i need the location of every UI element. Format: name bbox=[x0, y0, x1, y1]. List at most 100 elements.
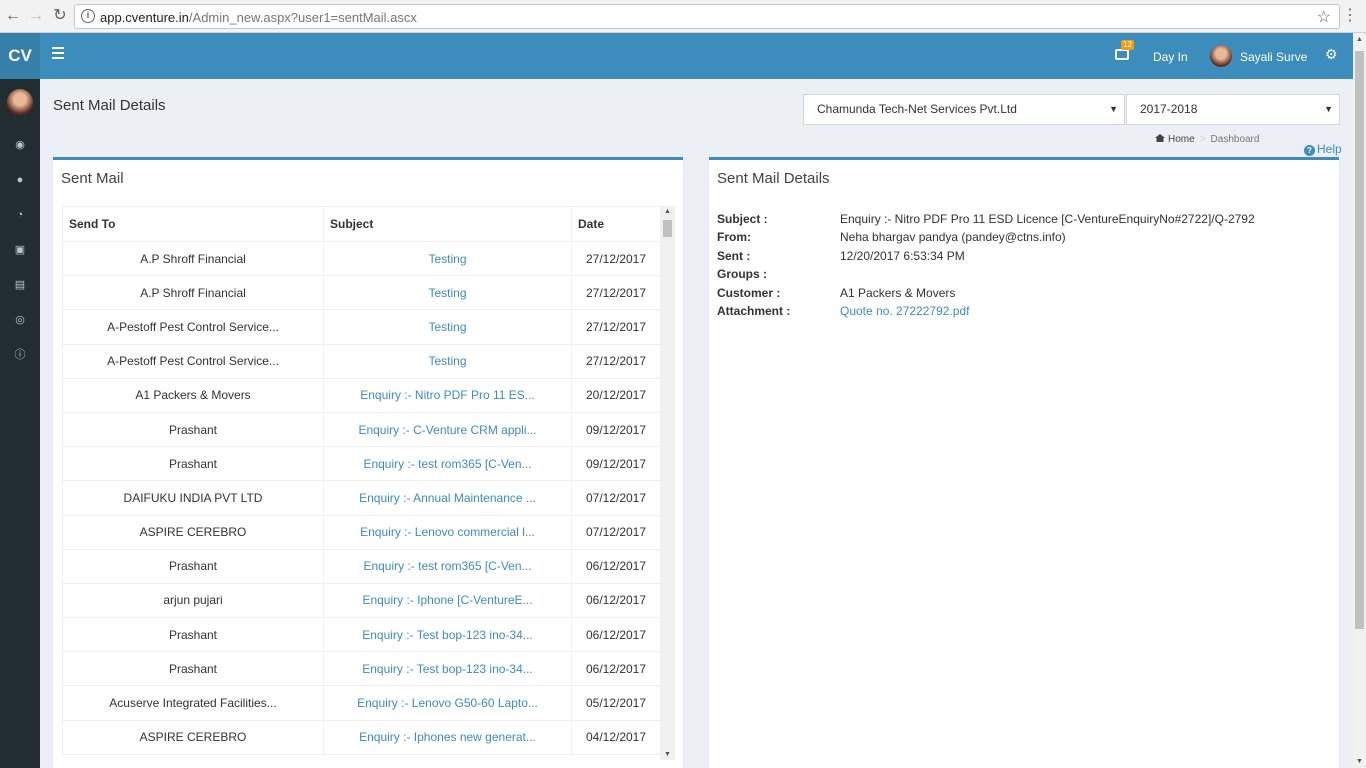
detail-sent-label: Sent : bbox=[717, 249, 751, 263]
address-bar[interactable]: i app.cventure.in/Admin_new.aspx?user1=s… bbox=[74, 4, 1340, 29]
table-row[interactable]: A.P Shroff Financial Testing 27/12/2017 bbox=[62, 275, 660, 311]
table-row[interactable]: DAIFUKU INDIA PVT LTD Enquiry :- Annual M… bbox=[62, 480, 660, 516]
table-row[interactable]: ASPIRE CEREBRO Enquiry :- Lenovo commerci… bbox=[62, 514, 660, 550]
detail-from-label: From: bbox=[717, 230, 751, 244]
info-icon[interactable]: i bbox=[81, 9, 95, 23]
page-scrollbar-thumb[interactable] bbox=[1355, 51, 1364, 629]
user-avatar[interactable] bbox=[1210, 45, 1232, 67]
subject-link[interactable]: Enquiry :- Test bop-123 ino-34... bbox=[323, 617, 572, 653]
subject-link[interactable]: Enquiry :- Lenovo commercial l... bbox=[323, 514, 572, 550]
column-header-subject[interactable]: Subject bbox=[323, 206, 572, 242]
table-row[interactable]: arjun pujari Enquiry :- Iphone [C-Venture… bbox=[62, 582, 660, 619]
company-select-value: Chamunda Tech-Net Services Pvt.Ltd bbox=[817, 102, 1017, 116]
scroll-down-arrow-icon[interactable]: ▼ bbox=[664, 751, 671, 758]
year-select[interactable]: 2017-2018 ▼ bbox=[1126, 94, 1340, 125]
table-row[interactable]: Prashant Enquiry :- test rom365 [C-Ven...… bbox=[62, 446, 660, 482]
day-in-button[interactable]: Day In bbox=[1153, 50, 1188, 64]
home-icon bbox=[1155, 134, 1165, 142]
send-to-cell: A-Pestoff Pest Control Service... bbox=[62, 309, 324, 345]
company-select[interactable]: Chamunda Tech-Net Services Pvt.Ltd ▼ bbox=[803, 94, 1125, 125]
subject-link[interactable]: Enquiry :- Test bop-123 ino-34... bbox=[323, 651, 572, 687]
attachment-link[interactable]: Quote no. 27222792.pdf bbox=[840, 304, 969, 318]
scroll-up-arrow-icon[interactable]: ▲ bbox=[664, 208, 671, 215]
table-row[interactable]: A1 Packers & Movers Enquiry :- Nitro PDF … bbox=[62, 377, 660, 413]
money-icon bbox=[1115, 49, 1129, 60]
subject-link[interactable]: Testing bbox=[323, 240, 572, 277]
table-scrollbar[interactable]: ▲ ▼ bbox=[660, 206, 675, 760]
notifications-button[interactable]: 12 bbox=[1115, 40, 1134, 60]
date-cell: 06/12/2017 bbox=[571, 548, 660, 584]
subject-link[interactable]: Enquiry :- Iphone [C-VentureE... bbox=[323, 582, 572, 619]
table-row[interactable]: Prashant Enquiry :- Test bop-123 ino-34..… bbox=[62, 617, 660, 653]
sidebar-avatar[interactable] bbox=[7, 89, 33, 115]
sent-mail-table-container: Send To Subject Date A.P Shroff Financia… bbox=[62, 206, 660, 760]
subject-link[interactable]: Enquiry :- C-Venture CRM appli... bbox=[323, 411, 572, 448]
credit-card-icon[interactable]: ▤ bbox=[11, 277, 29, 293]
subject-link[interactable]: Testing bbox=[323, 309, 572, 345]
table-row[interactable]: A-Pestoff Pest Control Service... Testing… bbox=[62, 343, 660, 379]
pie-chart-icon[interactable]: ◔ bbox=[11, 207, 29, 223]
breadcrumb-home[interactable]: Home bbox=[1168, 134, 1195, 145]
send-to-cell: A-Pestoff Pest Control Service... bbox=[62, 343, 324, 379]
send-to-cell: Prashant bbox=[62, 617, 324, 653]
browser-menu-icon[interactable]: ⋮ bbox=[1342, 7, 1358, 25]
subject-link[interactable]: Enquiry :- Nitro PDF Pro 11 ES... bbox=[323, 377, 572, 413]
table-row[interactable]: Prashant Enquiry :- test rom365 [C-Ven...… bbox=[62, 548, 660, 584]
subject-link[interactable]: Enquiry :- Annual Maintenance ... bbox=[323, 480, 572, 516]
table-row[interactable]: Acuserve Integrated Facilities... Enquiry… bbox=[62, 685, 660, 721]
subject-link[interactable]: Enquiry :- Lenovo G50-60 Lapto... bbox=[323, 685, 572, 721]
cart-icon[interactable]: ▣ bbox=[11, 242, 29, 258]
column-header-send-to[interactable]: Send To bbox=[62, 206, 324, 242]
page-title: Sent Mail Details bbox=[53, 97, 166, 114]
back-arrow-icon[interactable]: ← bbox=[4, 7, 22, 25]
table-row[interactable]: Prashant Enquiry :- Test bop-123 ino-34..… bbox=[62, 651, 660, 687]
send-to-cell: Prashant bbox=[62, 411, 324, 448]
app-logo[interactable]: CV bbox=[0, 33, 40, 79]
table-header-row: Send To Subject Date bbox=[62, 206, 660, 242]
notification-badge: 12 bbox=[1121, 40, 1134, 50]
browser-toolbar: ← → ↻ i app.cventure.in/Admin_new.aspx?u… bbox=[0, 0, 1366, 33]
user-icon[interactable]: ● bbox=[11, 172, 29, 188]
date-cell: 06/12/2017 bbox=[571, 651, 660, 687]
page-scrollbar[interactable]: ▲ ▼ bbox=[1353, 33, 1366, 768]
table-row[interactable]: A.P Shroff Financial Testing 27/12/2017 bbox=[62, 240, 660, 277]
scroll-down-arrow-icon[interactable]: ▼ bbox=[1356, 758, 1363, 765]
send-to-cell: arjun pujari bbox=[62, 582, 324, 619]
support-icon[interactable]: ◎ bbox=[11, 312, 29, 328]
bookmark-star-icon[interactable]: ☆ bbox=[1317, 7, 1331, 27]
info-icon[interactable]: ⓘ bbox=[11, 347, 29, 363]
sent-mail-title: Sent Mail bbox=[61, 170, 124, 187]
settings-gears-icon[interactable]: ⚙ bbox=[1325, 46, 1338, 63]
table-row[interactable]: A-Pestoff Pest Control Service... Testing… bbox=[62, 309, 660, 345]
forward-arrow-icon[interactable]: → bbox=[27, 7, 45, 25]
scroll-up-arrow-icon[interactable]: ▲ bbox=[1356, 36, 1363, 43]
sidebar-toggle-icon[interactable] bbox=[52, 47, 64, 59]
subject-link[interactable]: Enquiry :- test rom365 [C-Ven... bbox=[323, 446, 572, 482]
column-header-date[interactable]: Date bbox=[571, 206, 660, 242]
table-scrollbar-thumb[interactable] bbox=[663, 220, 672, 237]
send-to-cell: Prashant bbox=[62, 651, 324, 687]
detail-customer-value: A1 Packers & Movers bbox=[840, 286, 956, 300]
subject-link[interactable]: Testing bbox=[323, 275, 572, 311]
user-name[interactable]: Sayali Surve bbox=[1240, 50, 1307, 64]
dashboard-icon[interactable]: ◉ bbox=[11, 137, 29, 153]
date-cell: 06/12/2017 bbox=[571, 582, 660, 619]
subject-link[interactable]: Testing bbox=[323, 343, 572, 379]
date-cell: 06/12/2017 bbox=[571, 617, 660, 653]
subject-link[interactable]: Enquiry :- test rom365 [C-Ven... bbox=[323, 548, 572, 584]
date-cell: 05/12/2017 bbox=[571, 685, 660, 721]
breadcrumb: Home > Dashboard bbox=[1155, 134, 1259, 145]
date-cell: 27/12/2017 bbox=[571, 275, 660, 311]
url-text: app.cventure.in/Admin_new.aspx?user1=sen… bbox=[100, 10, 417, 25]
table-row[interactable]: ASPIRE CEREBRO Enquiry :- Iphones new gen… bbox=[62, 719, 660, 755]
send-to-cell: Prashant bbox=[62, 446, 324, 482]
breadcrumb-current: Dashboard bbox=[1210, 134, 1260, 145]
table-row[interactable]: Prashant Enquiry :- C-Venture CRM appli..… bbox=[62, 411, 660, 448]
subject-link[interactable]: Enquiry :- Iphones new generat... bbox=[323, 719, 572, 755]
reload-icon[interactable]: ↻ bbox=[51, 7, 69, 25]
help-link[interactable]: ? Help bbox=[1304, 142, 1342, 156]
sent-mail-table: Send To Subject Date A.P Shroff Financia… bbox=[62, 206, 660, 755]
sent-mail-box: Sent Mail Send To Subject Date A.P Shrof… bbox=[53, 157, 683, 768]
send-to-cell: Prashant bbox=[62, 548, 324, 584]
mail-details-title: Sent Mail Details bbox=[717, 170, 830, 187]
